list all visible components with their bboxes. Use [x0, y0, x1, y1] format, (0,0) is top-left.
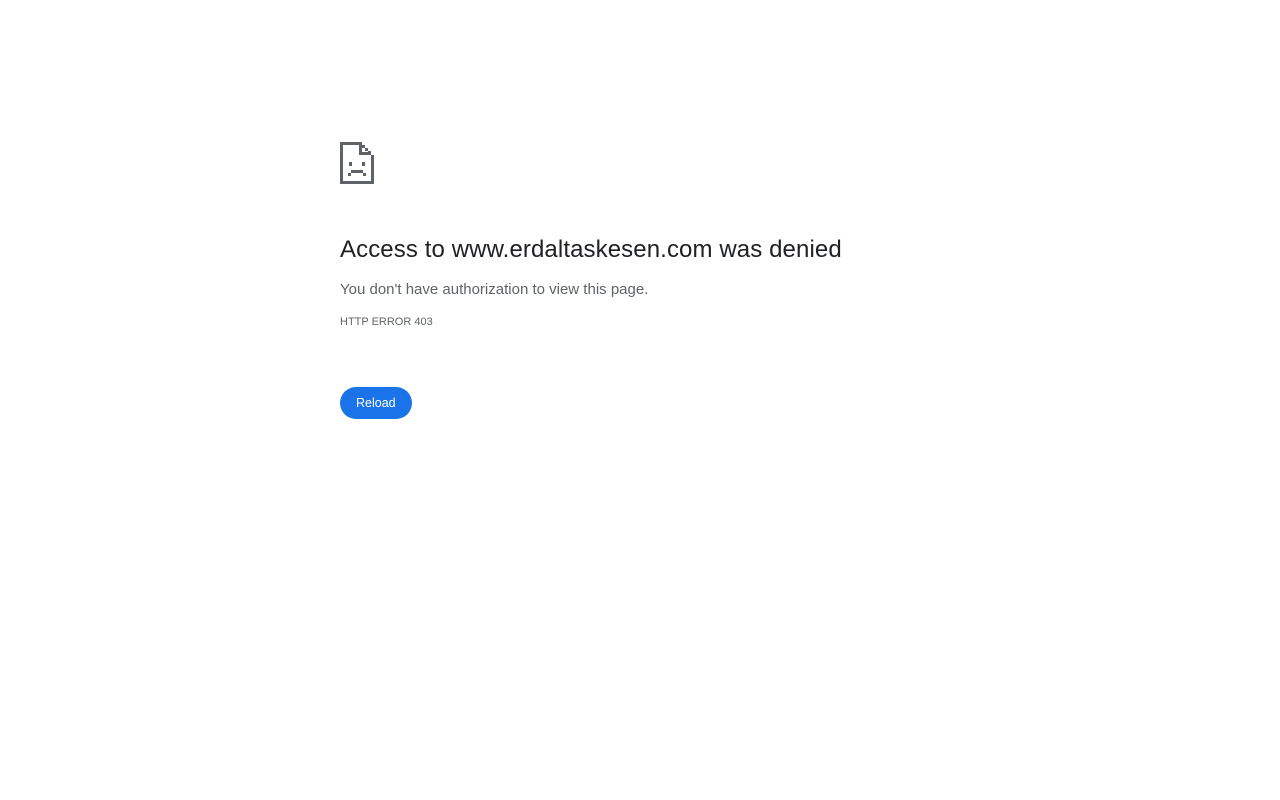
- page-title: Access to www.erdaltaskesen.com was deni…: [340, 236, 842, 263]
- error-code: HTTP ERROR 403: [340, 316, 433, 328]
- reload-button[interactable]: Reload: [340, 387, 412, 419]
- error-page-container: Access to www.erdaltaskesen.com was deni…: [340, 142, 940, 419]
- sad-page-icon: [340, 142, 374, 184]
- error-message: You don't have authorization to view thi…: [340, 281, 649, 298]
